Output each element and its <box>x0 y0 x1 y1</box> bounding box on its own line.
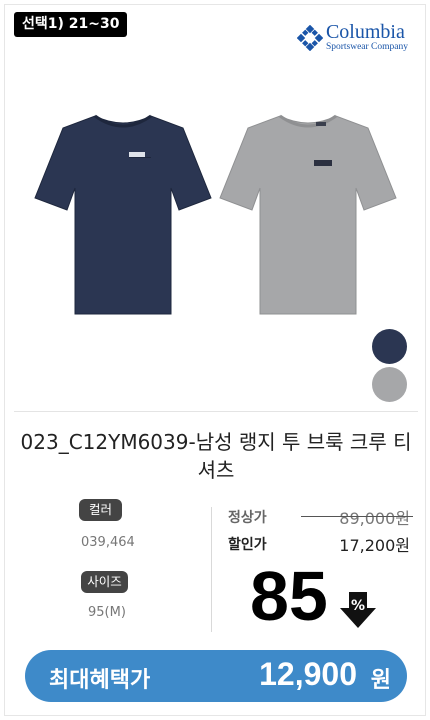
color-label: 컬러 <box>79 499 122 521</box>
divider <box>14 411 418 412</box>
brand-name: Columbia <box>325 21 405 43</box>
sale-price-label: 할인가 <box>228 537 267 553</box>
percent-down-arrow-icon: % <box>340 592 376 628</box>
grey-tshirt-image[interactable] <box>218 112 398 318</box>
size-label: 사이즈 <box>81 571 128 593</box>
navy-tshirt-image[interactable] <box>33 112 213 318</box>
benefit-label: 최대혜택가 <box>49 668 151 693</box>
swatch-grey[interactable] <box>372 367 407 402</box>
benefit-unit: 원 <box>370 668 391 693</box>
discount-rate: 85 <box>250 557 328 635</box>
columbia-diamond-icon <box>296 24 323 51</box>
regular-price-label: 정상가 <box>228 510 267 526</box>
swatch-navy[interactable] <box>372 329 407 364</box>
brand-tagline: Sportswear Company <box>325 42 408 52</box>
selection-badge: 선택1) 21~30 <box>14 12 127 37</box>
sale-price-value: 17,200원 <box>339 536 410 555</box>
vertical-divider <box>211 507 212 632</box>
size-value: 95(M) <box>88 605 126 620</box>
max-benefit-button[interactable]: 최대혜택가 12,900 원 <box>25 650 407 702</box>
color-value: 039,464 <box>81 535 135 550</box>
svg-text:%: % <box>351 598 365 614</box>
benefit-amount: 12,900 <box>259 656 357 692</box>
regular-price-value: 89,000원 <box>339 509 410 528</box>
strikethrough-line <box>301 516 413 517</box>
brand-logo: Columbia Sportswear Company <box>296 21 408 53</box>
product-title[interactable]: 023_C12YM6039-남성 랭지 투 브룩 크루 티셔츠 <box>20 428 412 484</box>
